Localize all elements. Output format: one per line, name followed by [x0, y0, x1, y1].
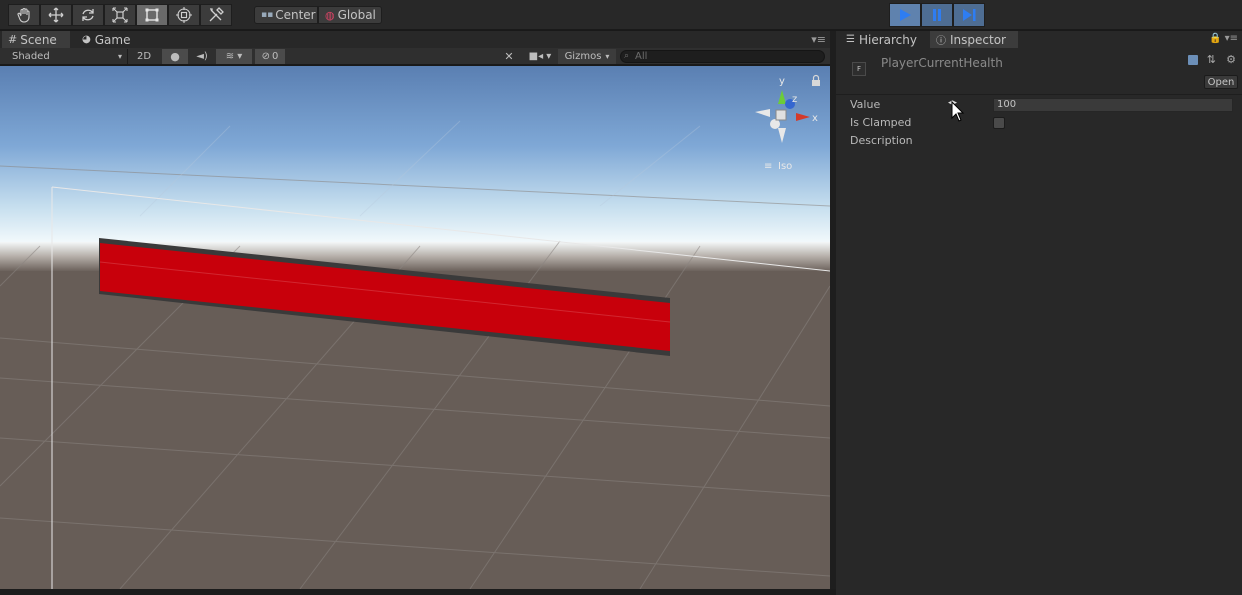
mouse-cursor-icon — [951, 101, 965, 122]
tab-game-label: Game — [94, 32, 131, 47]
shading-mode-label: Shaded — [12, 51, 50, 62]
light-bulb-icon: ● — [170, 50, 180, 63]
is-clamped-checkbox[interactable] — [993, 117, 1005, 129]
search-placeholder: All — [635, 51, 648, 62]
rect-tool-button[interactable] — [136, 4, 168, 26]
tab-hierarchy-label: Hierarchy — [858, 32, 917, 47]
hierarchy-icon: ☰ — [846, 34, 855, 45]
axis-x-label: x — [812, 113, 818, 124]
inspector-header: F PlayerCurrentHealth ⇅ ⚙ Open — [836, 48, 1242, 95]
scene-search-input[interactable]: ⌕ All — [620, 50, 825, 63]
move-tool-button[interactable] — [40, 4, 72, 26]
effects-icon: ≋ ▾ — [225, 51, 243, 62]
eye-slash-icon: ⊘ — [261, 51, 270, 62]
scale-icon — [112, 7, 128, 23]
move-icon — [48, 7, 64, 23]
grid-icon: # — [8, 33, 18, 46]
chevron-down-icon: ▾ — [117, 52, 122, 61]
scene-panel-menu-icon[interactable]: ▾≡ — [811, 33, 826, 46]
play-button[interactable] — [889, 3, 921, 27]
menu-icon: ≡ — [764, 161, 772, 172]
gizmos-label: Gizmos — [564, 51, 602, 62]
rotate-icon — [82, 9, 94, 21]
inspector-tab-strip: ☰ Hierarchy ⓘ Inspector 🔒 ▾≡ — [836, 31, 1242, 48]
tab-inspector-label: Inspector — [950, 32, 1006, 47]
pause-button[interactable] — [921, 3, 953, 27]
scale-tool-button[interactable] — [104, 4, 136, 26]
shading-mode-dropdown[interactable]: Shaded ▾ — [0, 49, 128, 64]
info-icon: ⓘ — [936, 36, 946, 47]
camera-icon: ■◂ ▾ — [528, 51, 552, 62]
open-button-label: Open — [1207, 76, 1235, 88]
value-label: Value — [850, 98, 881, 111]
tab-inspector[interactable]: ⓘ Inspector — [930, 31, 1018, 48]
effects-dropdown[interactable]: ≋ ▾ — [216, 49, 252, 64]
audio-toggle[interactable]: ◄) — [190, 49, 214, 64]
camera-dropdown[interactable]: ■◂ ▾ — [526, 49, 554, 64]
scene-render: y z x ≡ Iso — [0, 66, 830, 589]
hidden-objects-toggle[interactable]: ⊘ 0 — [255, 49, 285, 64]
step-icon — [963, 9, 976, 21]
wrench-icon: ✕ — [504, 50, 514, 63]
tab-scene-label: Scene — [20, 32, 57, 47]
transform-tools — [8, 4, 232, 26]
panel-splitter[interactable] — [830, 31, 836, 595]
pivot-rotation-button[interactable]: ◍ Global — [318, 6, 382, 24]
projection-toggle[interactable]: ≡ Iso — [764, 161, 792, 172]
2d-mode-toggle[interactable]: 2D — [133, 49, 155, 64]
description-label: Description — [850, 134, 913, 147]
step-button[interactable] — [953, 3, 985, 27]
2d-mode-label: 2D — [136, 51, 152, 62]
asset-name: PlayerCurrentHealth — [881, 56, 1003, 70]
rect-icon — [145, 8, 159, 22]
tab-game[interactable]: ◕ Game — [76, 31, 138, 48]
pivot-label: Center — [275, 8, 316, 22]
pivot-icon: ▪▪ — [261, 10, 274, 20]
is-clamped-label: Is Clamped — [850, 116, 912, 129]
transform-tool-button[interactable] — [168, 4, 200, 26]
scene-tools-button[interactable]: ✕ — [500, 49, 518, 64]
custom-tool-button[interactable] — [200, 4, 232, 26]
speaker-icon: ◄) — [196, 51, 208, 62]
tab-hierarchy[interactable]: ☰ Hierarchy — [840, 31, 926, 48]
lighting-toggle[interactable]: ● — [162, 49, 188, 64]
pause-icon — [933, 9, 941, 21]
tab-scene[interactable]: # Scene — [2, 31, 70, 48]
custom-tool-icon — [209, 7, 224, 22]
hand-icon — [17, 7, 30, 23]
book-icon[interactable] — [1188, 55, 1198, 65]
search-icon: ⌕ — [624, 51, 630, 61]
status-bar — [0, 589, 836, 595]
script-asset-icon: F — [852, 62, 866, 76]
transform-icon — [176, 7, 192, 23]
chevron-down-icon: ▾ — [605, 52, 610, 61]
globe-icon: ◍ — [325, 8, 335, 22]
open-button[interactable]: Open — [1204, 75, 1238, 89]
value-text: 100 — [997, 99, 1017, 110]
scene-view-toolbar: Shaded ▾ 2D ● ◄) ≋ ▾ ⊘ 0 ✕ ■◂ ▾ Gizmos ▾… — [0, 48, 830, 65]
scene-viewport[interactable]: y z x ≡ Iso — [0, 66, 830, 589]
value-field[interactable]: 100 — [993, 98, 1233, 112]
axis-y-label: y — [779, 76, 785, 87]
hidden-count: 0 — [272, 51, 279, 62]
space-label: Global — [337, 8, 376, 22]
gear-icon[interactable]: ⚙ — [1226, 53, 1236, 66]
preset-icon[interactable]: ⇅ — [1207, 53, 1216, 66]
hand-tool-button[interactable] — [8, 4, 40, 26]
rotate-tool-button[interactable] — [72, 4, 104, 26]
pacman-icon: ◕ — [82, 34, 91, 45]
play-icon — [900, 9, 911, 21]
gizmos-dropdown[interactable]: Gizmos ▾ — [558, 49, 616, 64]
inspector-menu-icon[interactable]: 🔒 ▾≡ — [1209, 33, 1238, 44]
projection-label: Iso — [778, 161, 792, 172]
main-toolbar: ▪▪ Center ◍ Global — [0, 0, 1242, 30]
playback-controls — [889, 3, 985, 27]
inspector-panel: ☰ Hierarchy ⓘ Inspector 🔒 ▾≡ F PlayerCur… — [836, 31, 1242, 595]
axis-z-label: z — [792, 94, 797, 105]
pivot-mode-button[interactable]: ▪▪ Center — [254, 6, 318, 24]
scene-tab-strip: # Scene ◕ Game ▾≡ — [0, 31, 830, 48]
